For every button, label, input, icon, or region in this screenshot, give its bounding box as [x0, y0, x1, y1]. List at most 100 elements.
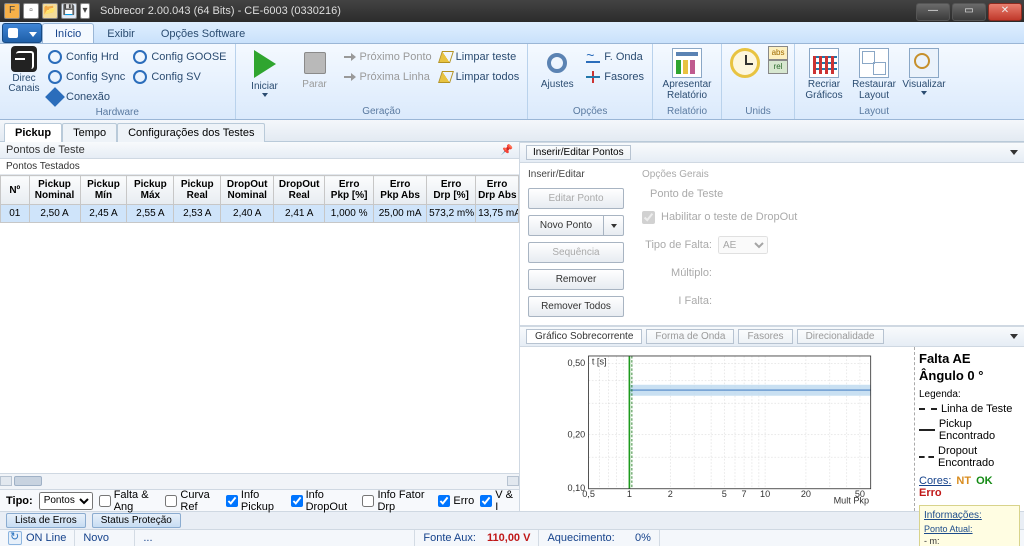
chk-info-fator-drp[interactable]: Info Fator Drp [362, 489, 432, 513]
visualizar-button[interactable]: Visualizar [901, 46, 947, 95]
qat-open-icon[interactable]: 📂 [42, 3, 58, 19]
unid-rel[interactable]: rel [768, 60, 788, 74]
tab-pickup[interactable]: Pickup [4, 123, 62, 142]
apresentar-relatorio-button[interactable]: ApresentarRelatório [659, 46, 715, 101]
chart-tab-fasores[interactable]: Fasores [738, 329, 792, 344]
f-onda-link[interactable]: F. Onda [584, 48, 646, 66]
cores-label: Cores: [919, 475, 951, 487]
remover-todos-button[interactable]: Remover Todos [528, 296, 624, 317]
limpar-todos-link[interactable]: Limpar todos [438, 68, 522, 86]
conexao-link[interactable]: Conexão [46, 88, 127, 106]
recriar-graficos-button[interactable]: RecriarGráficos [801, 46, 847, 101]
group-label-geracao: Geração [242, 105, 522, 119]
legenda-label: Legenda: [919, 389, 1020, 400]
tipo-select[interactable]: Pontos [39, 492, 93, 510]
pin-icon[interactable]: 📌 [501, 145, 513, 156]
status-protecao-button[interactable]: Status Proteção [92, 513, 181, 528]
svg-text:5: 5 [722, 489, 727, 499]
tab-config-testes[interactable]: Configurações dos Testes [117, 123, 265, 142]
tab-inicio[interactable]: Início [42, 23, 94, 43]
novo-ponto-dropdown[interactable] [604, 215, 624, 236]
chart-tab-direcionalidade[interactable]: Direcionalidade [797, 329, 884, 344]
unids-toggle[interactable]: abs rel [768, 46, 788, 74]
legend-dropout: Dropout Encontrado [938, 445, 1020, 469]
maximize-button[interactable]: ▭ [952, 3, 986, 21]
svg-text:20: 20 [801, 489, 811, 499]
cell: 2,41 A [274, 205, 325, 223]
qat-dropdown-icon[interactable]: ▾ [80, 3, 90, 19]
qat-save-icon[interactable]: 💾 [61, 3, 77, 19]
config-sync-link[interactable]: Config Sync [46, 68, 127, 86]
proximo-ponto-link[interactable]: Próximo Ponto [342, 48, 434, 66]
col-header: PickupNominal [29, 176, 80, 205]
ajustes-button[interactable]: Ajustes [534, 46, 580, 90]
chart-tab-forma-onda[interactable]: Forma de Onda [646, 329, 734, 344]
ifalta-label: I Falta: [642, 295, 712, 307]
svg-text:0,50: 0,50 [567, 358, 585, 368]
qat-app-icon[interactable]: F [4, 3, 20, 19]
goose-icon [133, 50, 147, 64]
config-hrd-link[interactable]: Config Hrd [46, 48, 127, 66]
status-online: ON Line [26, 532, 66, 544]
config-goose-link[interactable]: Config GOOSE [131, 48, 228, 66]
restaurar-layout-button[interactable]: RestaurarLayout [851, 46, 897, 101]
panel-dropdown-icon[interactable] [1010, 150, 1018, 155]
remover-button[interactable]: Remover [528, 269, 624, 290]
broom-icon [438, 71, 454, 83]
qat-new-icon[interactable]: ▫ [23, 3, 39, 19]
chart-tab-sobrecorrente[interactable]: Gráfico Sobrecorrente [526, 329, 642, 344]
unid-abs[interactable]: abs [768, 46, 788, 60]
lista-erros-button[interactable]: Lista de Erros [6, 513, 86, 528]
iniciar-button[interactable]: Iniciar [242, 46, 288, 97]
inserir-editar-header: Inserir/Editar Pontos [520, 142, 1024, 163]
close-button[interactable]: ✕ [988, 3, 1022, 21]
fasores-link[interactable]: Fasores [584, 68, 646, 86]
unids-clock-button[interactable] [728, 46, 762, 78]
chart-area: 0,512571020500,100,200,50t [s]Mult Pkp [520, 347, 914, 511]
col-header: Nº [1, 176, 30, 205]
overcurrent-chart: 0,512571020500,100,200,50t [s]Mult Pkp [524, 351, 912, 507]
quick-access-toolbar: F ▫ 📂 💾 ▾ [0, 3, 94, 19]
col-header: ErroPkp [%] [325, 176, 374, 205]
app-menu-button[interactable] [2, 23, 42, 43]
chart-dropdown-icon[interactable] [1010, 334, 1018, 339]
tipo-falta-select: AE [718, 236, 768, 254]
right-panel: Inserir/Editar Pontos Inserir/Editar Edi… [520, 142, 1024, 511]
gear-icon [48, 50, 62, 64]
chk-info-pickup[interactable]: Info Pickup [226, 489, 285, 513]
cell: 01 [1, 205, 30, 223]
refresh-icon[interactable] [8, 531, 22, 545]
tab-tempo[interactable]: Tempo [62, 123, 117, 142]
minimize-button[interactable]: — [916, 3, 950, 21]
config-sv-link[interactable]: Config SV [131, 68, 228, 86]
tab-exibir[interactable]: Exibir [94, 23, 148, 43]
sequencia-button[interactable]: Sequência [528, 242, 624, 263]
limpar-teste-link[interactable]: Limpar teste [438, 48, 522, 66]
col-header: DropOutReal [274, 176, 325, 205]
group-label-opcoes: Opções [534, 105, 646, 119]
cell: 2,40 A [221, 205, 274, 223]
parar-button[interactable]: Parar [292, 46, 338, 90]
chk-erro[interactable]: Erro [438, 495, 474, 507]
color-erro: Erro [919, 487, 942, 499]
fonte-aux-value: 110,00 V [487, 532, 530, 544]
cell: 573,2 m% [427, 205, 476, 223]
col-header: ErroPkp Abs [374, 176, 427, 205]
novo-ponto-button[interactable]: Novo Ponto [528, 215, 604, 236]
proxima-linha-link[interactable]: Próxima Linha [342, 68, 434, 86]
chk-falta-ang[interactable]: Falta & Ang [99, 489, 160, 513]
chk-info-dropout[interactable]: Info DropOut [291, 489, 357, 513]
horizontal-scrollbar[interactable] [0, 473, 519, 489]
broom-icon [438, 51, 454, 63]
pontos-teste-label: Pontos de Teste [6, 144, 85, 156]
table-row[interactable]: 012,50 A2,45 A2,55 A2,53 A2,40 A2,41 A1,… [1, 205, 519, 223]
chk-curva-ref[interactable]: Curva Ref [165, 489, 220, 513]
habilitar-dropout-label: Habilitar o teste de DropOut [661, 211, 797, 223]
editar-ponto-button[interactable]: Editar Ponto [528, 188, 624, 209]
chk-v-i[interactable]: V & I [480, 489, 513, 513]
cell: 2,50 A [29, 205, 80, 223]
tab-opcoes-software[interactable]: Opções Software [148, 23, 258, 43]
direc-canais-button[interactable]: DirecCanais [6, 46, 42, 94]
ribbon-group-opcoes: Ajustes F. Onda Fasores Opções [528, 44, 653, 119]
clock-icon [730, 48, 760, 78]
